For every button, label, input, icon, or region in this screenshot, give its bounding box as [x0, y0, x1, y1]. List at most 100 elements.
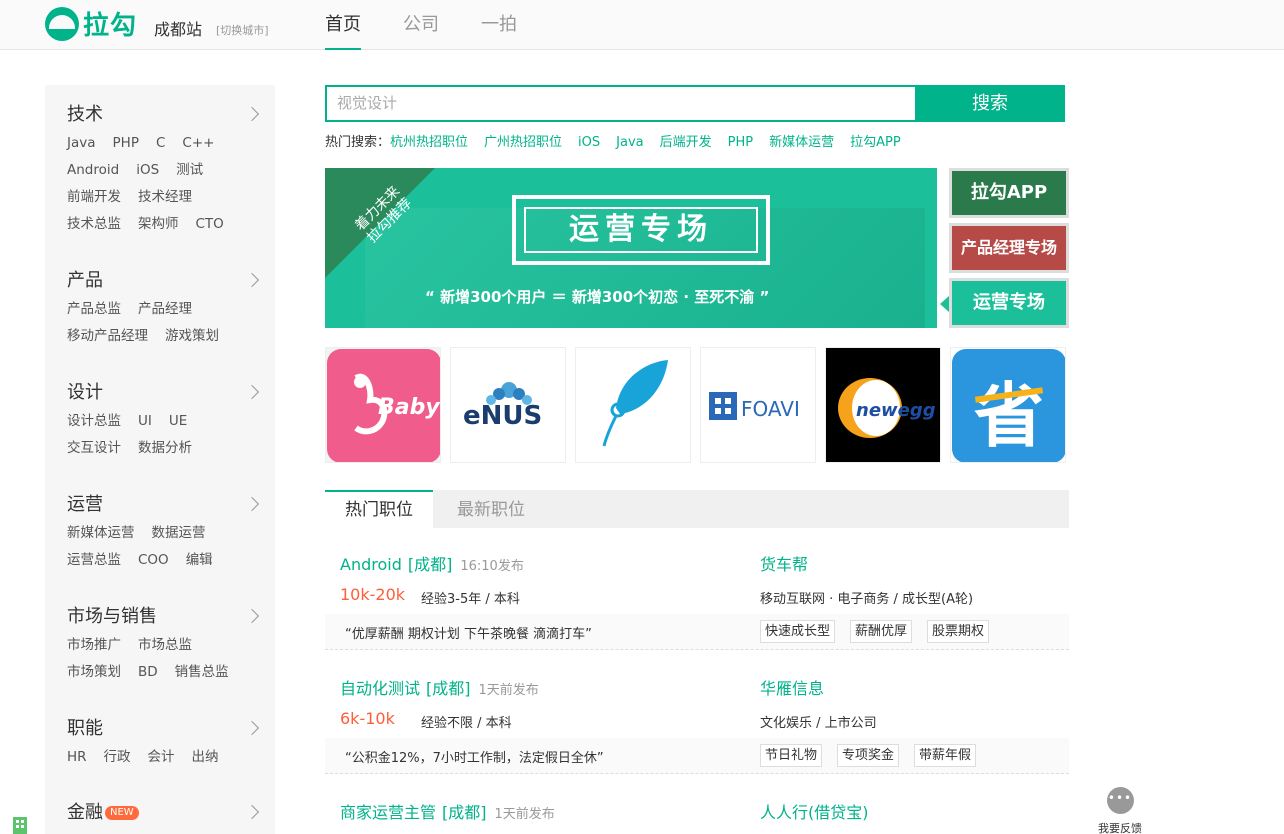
job-link[interactable]: 市场总监: [138, 637, 192, 653]
job-link[interactable]: 产品经理: [138, 301, 192, 317]
job-link[interactable]: C: [156, 135, 165, 151]
job-link[interactable]: 产品总监: [67, 301, 121, 317]
chevron-right-icon: [244, 804, 260, 820]
job-link[interactable]: PHP: [113, 135, 139, 151]
category-title[interactable]: 市场与销售: [67, 602, 267, 632]
category-title[interactable]: 运营: [67, 490, 267, 520]
job-link[interactable]: 技术总监: [67, 216, 121, 232]
job-title[interactable]: 自动化测试 [成都] 1天前发布: [340, 675, 539, 699]
chevron-right-icon: [244, 384, 260, 400]
switch-city-link[interactable]: [切换城市]: [216, 22, 269, 38]
job-link[interactable]: 会计: [148, 749, 175, 765]
hot-search-link[interactable]: PHP: [728, 135, 753, 150]
svg-text:省: 省: [974, 375, 1044, 457]
hot-search-link[interactable]: 新媒体运营: [769, 135, 834, 150]
nav-home[interactable]: 首页: [325, 0, 361, 50]
chevron-right-icon: [244, 272, 260, 288]
job-link[interactable]: 数据分析: [138, 440, 192, 456]
job-title[interactable]: 商家运营主管 [成都] 1天前发布: [340, 799, 555, 823]
job-link[interactable]: 编辑: [186, 552, 213, 568]
hot-search-link[interactable]: iOS: [578, 135, 600, 150]
foavi-logo[interactable]: FOAVI: [700, 347, 816, 463]
category-title[interactable]: 职能: [67, 714, 267, 744]
feedback-widget[interactable]: ••• 我要反馈: [1095, 787, 1145, 834]
job-link[interactable]: 新媒体运营: [67, 525, 135, 541]
building-icon[interactable]: [10, 815, 30, 834]
job-link[interactable]: 交互设计: [67, 440, 121, 456]
job-link[interactable]: 行政: [104, 749, 131, 765]
job-link[interactable]: UI: [138, 413, 152, 429]
job-link[interactable]: COO: [138, 552, 169, 568]
banner-title-box: 运营专场: [512, 195, 770, 265]
kangaroo-baby-logo[interactable]: Baby: [325, 347, 441, 463]
logo-text: 拉勾: [83, 11, 138, 41]
job-link[interactable]: HR: [67, 749, 87, 765]
job-link[interactable]: 运营总监: [67, 552, 121, 568]
nav-companies[interactable]: 公司: [403, 0, 439, 50]
category-title[interactable]: 金融 NEW: [67, 798, 267, 828]
job-link[interactable]: 游戏策划: [165, 328, 219, 344]
job-link[interactable]: 前端开发: [67, 189, 121, 205]
hot-search-link[interactable]: 杭州热招职位: [390, 135, 468, 150]
leaf-logo[interactable]: [575, 347, 691, 463]
job-link[interactable]: iOS: [136, 162, 159, 178]
job-link[interactable]: 销售总监: [175, 664, 229, 680]
company-name[interactable]: 人人行(借贷宝): [760, 799, 869, 823]
job-link[interactable]: Java: [67, 135, 96, 151]
job-link[interactable]: CTO: [196, 216, 224, 232]
enus-logo[interactable]: eNUS: [450, 347, 566, 463]
job-link[interactable]: 架构师: [138, 216, 179, 232]
company-tag: 带薪年假: [914, 744, 977, 767]
chevron-right-icon: [244, 608, 260, 624]
job-link[interactable]: 技术经理: [138, 189, 192, 205]
newegg-logo[interactable]: newegg: [825, 347, 941, 463]
job-benefit-quote: “优厚薪酬 期权计划 下午茶晚餐 滴滴打车”: [345, 627, 592, 642]
lagou-logo[interactable]: 拉勾: [45, 5, 137, 42]
sheng-logo[interactable]: 省: [950, 347, 1066, 463]
job-link[interactable]: 测试: [176, 162, 203, 178]
job-requirements: 经验3-5年 / 本科: [421, 592, 520, 607]
search-input[interactable]: 视觉设计: [325, 85, 917, 122]
job-link[interactable]: 出纳: [192, 749, 219, 765]
category-title[interactable]: 技术: [67, 100, 267, 130]
job-link[interactable]: C++: [182, 135, 214, 151]
hot-search-link[interactable]: 拉勾APP: [850, 135, 901, 150]
side-banner-pm[interactable]: 产品经理专场: [949, 223, 1069, 273]
job-link[interactable]: UE: [169, 413, 187, 429]
top-header: 拉勾 成都站 [切换城市] 首页 公司 一拍: [0, 0, 1284, 50]
company-tag: 专项奖金: [837, 744, 900, 767]
tab-latest-jobs[interactable]: 最新职位: [437, 490, 545, 528]
nav-yipai[interactable]: 一拍: [481, 0, 517, 50]
hot-search-link[interactable]: 后端开发: [660, 135, 712, 150]
category-title[interactable]: 产品: [67, 266, 267, 296]
svg-text:FOAVI: FOAVI: [741, 397, 800, 421]
hot-search-link[interactable]: Java: [616, 135, 643, 150]
job-benefit-quote: “公积金12%，7小时工作制，法定假日全休”: [345, 751, 604, 766]
active-indicator-arrow: [940, 296, 949, 312]
job-link[interactable]: 移动产品经理: [67, 328, 148, 344]
job-link[interactable]: 市场推广: [67, 637, 121, 653]
job-link[interactable]: Android: [67, 162, 119, 178]
category-design: 设计 设计总监 UI UE 交互设计 数据分析: [67, 378, 267, 462]
job-link[interactable]: 数据运营: [152, 525, 206, 541]
feedback-label: 我要反馈: [1098, 822, 1142, 834]
job-title[interactable]: Android [成都] 16:10发布: [340, 551, 524, 575]
category-functions: 职能 HR 行政 会计 出纳: [67, 714, 267, 771]
hot-search-row: 热门搜索：杭州热招职位 广州热招职位 iOS Java 后端开发 PHP 新媒体运营 拉勾AP…: [325, 131, 917, 150]
current-city: 成都站: [154, 20, 203, 39]
company-name[interactable]: 货车帮: [760, 551, 808, 575]
job-link[interactable]: BD: [138, 664, 158, 680]
side-banner-ops[interactable]: 运营专场: [949, 278, 1069, 328]
hot-search-link[interactable]: 广州热招职位: [484, 135, 562, 150]
job-link[interactable]: 市场策划: [67, 664, 121, 680]
side-banner-app[interactable]: 拉勾APP: [949, 168, 1069, 218]
lagou-logo-icon: [45, 6, 79, 41]
search-button[interactable]: 搜索: [915, 85, 1065, 122]
company-name[interactable]: 华雁信息: [760, 675, 824, 699]
chevron-right-icon: [244, 106, 260, 122]
job-tabs: 热门职位 最新职位: [325, 490, 1069, 528]
category-title[interactable]: 设计: [67, 378, 267, 408]
job-link[interactable]: 设计总监: [67, 413, 121, 429]
promo-banner[interactable]: 着力未来 拉勾推荐 运营专场 “ 新增300个用户 ＝ 新增300个初恋 · 至死…: [325, 168, 937, 328]
tab-hot-jobs[interactable]: 热门职位: [325, 490, 433, 528]
